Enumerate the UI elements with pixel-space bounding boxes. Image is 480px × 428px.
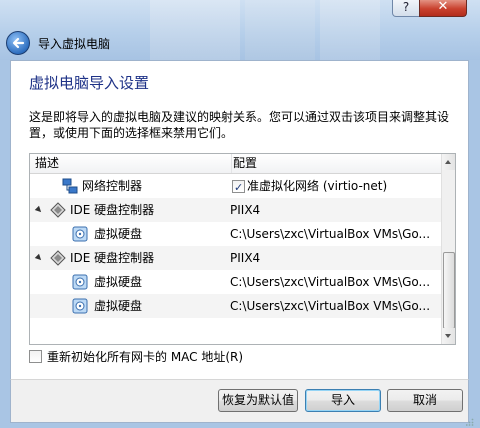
resize-grip-icon[interactable] <box>466 418 474 426</box>
tree-cell-config: PIIX4 <box>230 198 438 222</box>
tree-cell-description: 虚拟硬盘 <box>30 270 226 294</box>
reinit-mac-label[interactable]: 重新初始化所有网卡的 MAC 地址(R) <box>47 348 243 365</box>
arrow-left-icon <box>12 37 25 49</box>
tree-item-value: PIIX4 <box>230 251 261 265</box>
title-bar: ? ✕ 导入虚拟电脑 <box>0 0 480 60</box>
tree-cell-config: C:\Users\zxc\VirtualBox VMs\Go... <box>230 294 438 318</box>
ide-controller-icon <box>50 202 66 218</box>
tree-row[interactable]: IDE 硬盘控制器 PIIX4 <box>30 246 441 270</box>
tree-item-value: PIIX4 <box>230 203 261 217</box>
tree-header: 描述 配置 <box>30 154 441 174</box>
import-appliance-window: ? ✕ 导入虚拟电脑 虚拟电脑导入设置 这是即将导入的虚拟电脑及建议的映射关系。… <box>0 0 480 428</box>
tree-cell-config: 准虚拟化网络 (virtio-net) <box>230 174 438 198</box>
collapse-arrow-icon[interactable] <box>34 253 44 263</box>
tree-item-value: C:\Users\zxc\VirtualBox VMs\Go... <box>230 299 431 313</box>
tree-row[interactable]: 虚拟硬盘 C:\Users\zxc\VirtualBox VMs\Go... <box>30 294 441 318</box>
tree-row[interactable]: IDE 硬盘控制器 PIIX4 <box>30 198 441 222</box>
scroll-down-button[interactable] <box>442 328 455 344</box>
network-adapter-icon <box>62 178 78 194</box>
tree-cell-config: C:\Users\zxc\VirtualBox VMs\Go... <box>230 270 438 294</box>
back-button[interactable] <box>6 31 30 55</box>
ide-controller-icon <box>50 250 66 266</box>
close-button[interactable]: ✕ <box>419 0 467 17</box>
tree-row[interactable]: 虚拟硬盘 C:\Users\zxc\VirtualBox VMs\Go... <box>30 270 441 294</box>
scrollbar-thumb[interactable] <box>443 252 455 329</box>
tree-item-label: IDE 硬盘控制器 <box>70 251 155 265</box>
collapse-arrow-icon[interactable] <box>34 205 44 215</box>
tree-item-value: C:\Users\zxc\VirtualBox VMs\Go... <box>230 227 431 241</box>
tree-cell-description: IDE 硬盘控制器 <box>30 198 226 222</box>
hard-disk-icon <box>72 298 88 314</box>
tree-cell-description: 网络控制器 <box>30 174 226 198</box>
import-button[interactable]: 导入 <box>305 389 381 412</box>
appliance-settings-tree[interactable]: 描述 配置 网络控制器 准虚拟化网络 (virtio-net) <box>29 153 456 345</box>
vertical-scrollbar[interactable] <box>441 154 455 344</box>
tree-item-value: 准虚拟化网络 (virtio-net) <box>247 179 388 193</box>
window-title: 导入虚拟电脑 <box>38 37 111 51</box>
cancel-button[interactable]: 取消 <box>387 389 463 412</box>
page-title: 虚拟电脑导入设置 <box>29 74 150 92</box>
hard-disk-icon <box>72 274 88 290</box>
tree-row[interactable]: 虚拟硬盘 C:\Users\zxc\VirtualBox VMs\Go... <box>30 222 441 246</box>
tree-item-label: IDE 硬盘控制器 <box>70 203 155 217</box>
tree-cell-description: 虚拟硬盘 <box>30 294 226 318</box>
tree-cell-config: C:\Users\zxc\VirtualBox VMs\Go... <box>230 222 438 246</box>
help-button[interactable]: ? <box>392 0 420 17</box>
reinit-mac-checkbox[interactable] <box>29 350 42 363</box>
hard-disk-icon <box>72 226 88 242</box>
background-window <box>245 0 315 60</box>
tree-cell-description: 虚拟硬盘 <box>30 222 226 246</box>
column-header-configuration[interactable]: 配置 <box>228 154 441 173</box>
tree-cell-config: PIIX4 <box>230 246 438 270</box>
tree-item-label: 虚拟硬盘 <box>94 275 143 289</box>
tree-item-label: 虚拟硬盘 <box>94 299 143 313</box>
tree-item-label: 虚拟硬盘 <box>94 227 143 241</box>
tree-item-label: 网络控制器 <box>82 179 143 193</box>
tree-item-value: C:\Users\zxc\VirtualBox VMs\Go... <box>230 275 431 289</box>
background-window <box>320 0 380 60</box>
background-window <box>150 0 240 60</box>
tree-cell-description: IDE 硬盘控制器 <box>30 246 226 270</box>
network-enable-checkbox[interactable] <box>232 176 245 198</box>
wizard-page: 虚拟电脑导入设置 这是即将导入的虚拟电脑及建议的映射关系。您可以通过双击该项目来… <box>10 60 469 380</box>
scroll-up-button[interactable] <box>442 154 455 170</box>
column-header-description[interactable]: 描述 <box>30 154 232 173</box>
button-bar: 恢复为默认值 导入 取消 <box>10 379 469 423</box>
page-description: 这是即将导入的虚拟电脑及建议的映射关系。您可以通过双击该项目来调整其设置，或使用… <box>29 110 450 140</box>
restore-defaults-button[interactable]: 恢复为默认值 <box>218 389 298 412</box>
tree-row[interactable]: 网络控制器 准虚拟化网络 (virtio-net) <box>30 174 441 198</box>
